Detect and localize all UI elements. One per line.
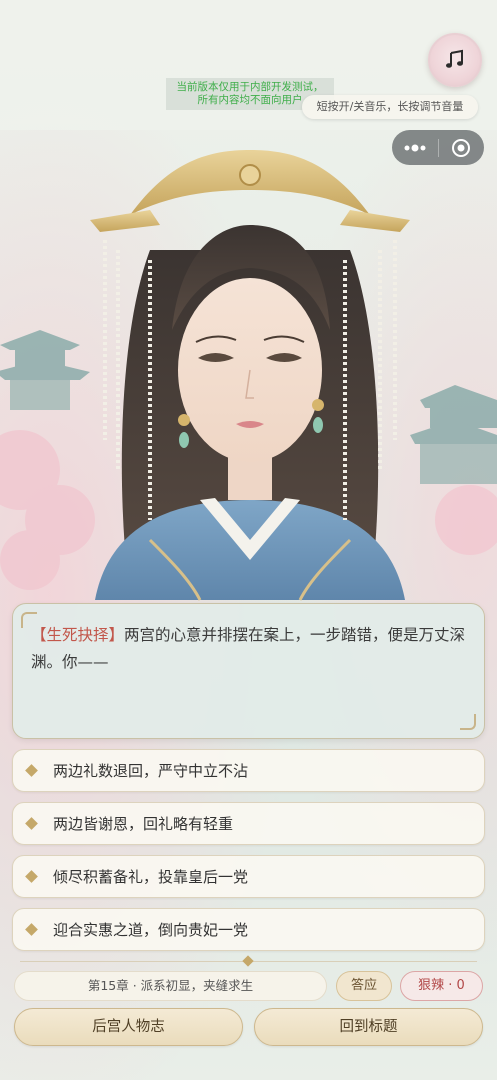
close-miniprogram-button[interactable]	[439, 130, 485, 165]
more-button[interactable]	[392, 130, 438, 165]
choice-label: 两边礼数退回，严守中立不沾	[53, 762, 249, 780]
choice-label: 两边皆谢恩，回礼略有轻重	[53, 815, 234, 833]
chapter-status: 第15章 · 派系初显，夹缝求生	[14, 971, 327, 1001]
music-tip: 短按开/关音乐，长按调节音量	[302, 95, 478, 119]
corner-ornament	[460, 714, 476, 730]
dialog-tag: 【生死抉择】	[31, 626, 125, 644]
choice-option-2[interactable]: 两边皆谢恩，回礼略有轻重	[12, 802, 485, 845]
harem-characters-button[interactable]: 后宫人物志	[14, 1008, 243, 1046]
fierce-stat-badge: 狠辣 · 0	[400, 971, 483, 1001]
back-to-title-button[interactable]: 回到标题	[254, 1008, 483, 1046]
music-note-icon	[446, 49, 463, 68]
rank-badge: 答应	[336, 971, 392, 1001]
diamond-bullet-icon	[25, 923, 38, 936]
miniprogram-capsule	[392, 130, 484, 165]
choice-label: 倾尽积蓄备礼，投靠皇后一党	[53, 868, 249, 886]
dev-notice-line-1: 当前版本仅用于内部开发测试，	[176, 81, 324, 93]
choice-label: 迎合实惠之道，倒向贵妃一党	[53, 921, 249, 939]
story-dialog: 【生死抉择】两宫的心意并排摆在案上，一步踏错，便是万丈深渊。你——	[12, 603, 485, 739]
corner-ornament	[21, 612, 37, 628]
choice-option-1[interactable]: 两边礼数退回，严守中立不沾	[12, 749, 485, 792]
music-toggle-button[interactable]	[428, 33, 482, 87]
target-circle-icon	[452, 138, 471, 157]
choice-option-3[interactable]: 倾尽积蓄备礼，投靠皇后一党	[12, 855, 485, 898]
diamond-bullet-icon	[25, 870, 38, 883]
diamond-bullet-icon	[25, 817, 38, 830]
choice-option-4[interactable]: 迎合实惠之道，倒向贵妃一党	[12, 908, 485, 951]
dialog-text: 【生死抉择】两宫的心意并排摆在案上，一步踏错，便是万丈深渊。你——	[31, 622, 470, 676]
diamond-bullet-icon	[25, 764, 38, 777]
more-dots-icon	[404, 144, 426, 151]
